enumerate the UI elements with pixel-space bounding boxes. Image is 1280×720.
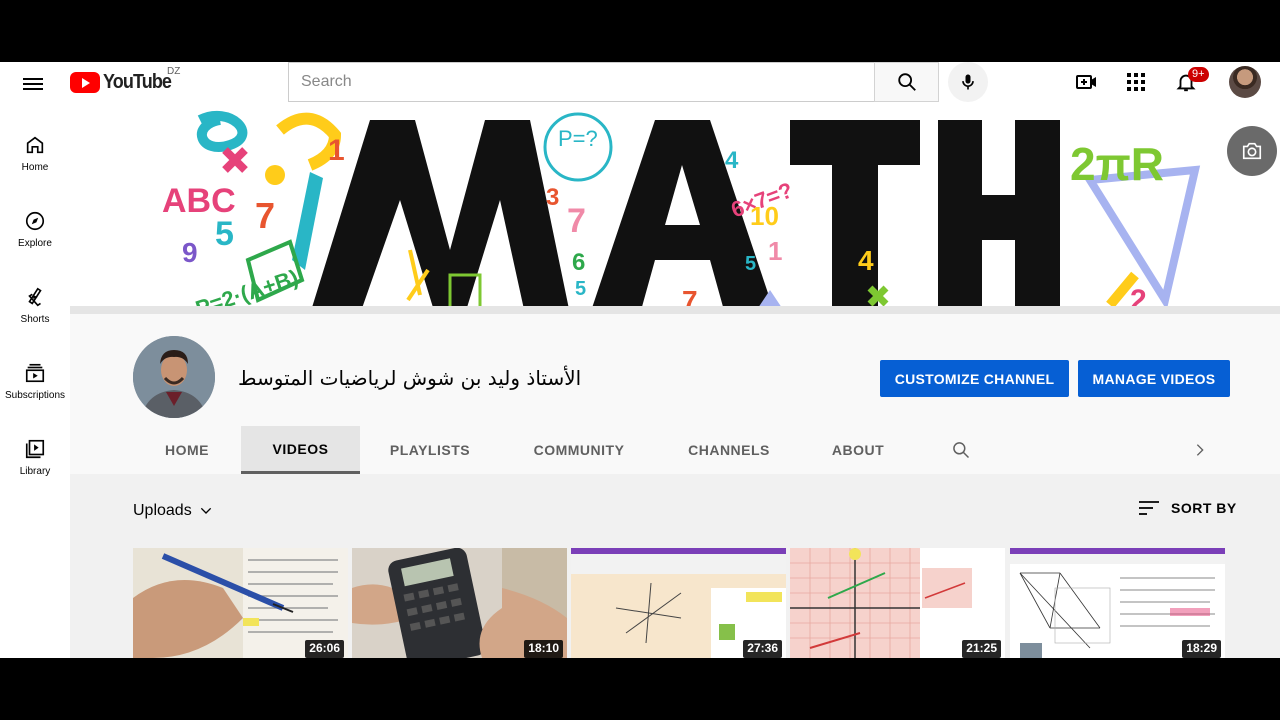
uploads-dropdown[interactable]: Uploads	[133, 502, 214, 520]
uploads-label: Uploads	[133, 502, 192, 519]
subscriptions-icon	[25, 363, 45, 383]
video-thumbnail[interactable]: 18:10	[352, 548, 567, 658]
video-camera-plus-icon	[1076, 75, 1096, 89]
apps-grid-icon	[1127, 73, 1145, 91]
tab-community[interactable]: COMMUNITY	[524, 426, 634, 474]
apps-button[interactable]	[1123, 69, 1149, 95]
sidebar-item-label: Explore	[18, 238, 52, 249]
svg-text:4: 4	[858, 245, 874, 276]
svg-text:P=?: P=?	[558, 126, 598, 151]
channel-banner: ABC 1 7 5 9 P=2·(A+B) P=? 3 7 6 5 7 4 6×…	[70, 110, 1280, 314]
video-thumbnail[interactable]: 21:25	[790, 548, 1005, 658]
sort-by-label: SORT BY	[1171, 500, 1237, 516]
voice-search-button[interactable]	[948, 62, 988, 102]
video-duration: 27:36	[743, 640, 782, 658]
menu-icon[interactable]	[22, 73, 44, 95]
video-thumbnail[interactable]: 18:29	[1010, 548, 1225, 658]
sidebar: Home Explore Shorts Subscriptions Librar…	[0, 110, 70, 658]
channel-header: الأستاذ وليد بن شوش لرياضيات المتوسط CUS…	[70, 314, 1280, 474]
sidebar-item-label: Shorts	[20, 314, 50, 325]
channel-avatar[interactable]	[133, 336, 215, 418]
top-bar: YouTube DZ 9+	[0, 62, 1280, 110]
video-thumbnail[interactable]: 27:36	[571, 548, 786, 658]
svg-text:1: 1	[768, 236, 782, 266]
search-icon	[897, 73, 916, 91]
svg-text:7: 7	[255, 195, 275, 236]
tabs-next-button[interactable]	[1188, 426, 1212, 474]
sidebar-item-explore[interactable]: Explore	[0, 196, 70, 270]
sidebar-item-label: Home	[21, 162, 49, 173]
svg-text:5: 5	[215, 215, 234, 253]
logo-text: YouTube	[103, 70, 172, 93]
channel-tabs: HOME VIDEOS PLAYLISTS COMMUNITY CHANNELS…	[70, 426, 1280, 474]
sort-by-button[interactable]: SORT BY	[1139, 500, 1237, 516]
sidebar-item-label: Subscriptions	[4, 390, 66, 401]
video-duration: 18:29	[1182, 640, 1221, 658]
search-input[interactable]	[288, 62, 875, 102]
svg-text:5: 5	[745, 253, 756, 275]
math-banner-art: ABC 1 7 5 9 P=2·(A+B) P=? 3 7 6 5 7 4 6×…	[162, 110, 1201, 314]
region-code: DZ	[167, 66, 181, 77]
tab-home[interactable]: HOME	[150, 426, 224, 474]
svg-text:1: 1	[328, 134, 345, 167]
search-button[interactable]	[874, 62, 939, 102]
sidebar-item-library[interactable]: Library	[0, 424, 70, 498]
chevron-down-icon	[200, 507, 211, 514]
create-video-button[interactable]	[1074, 69, 1100, 95]
video-duration: 26:06	[305, 640, 344, 658]
svg-text:6: 6	[572, 249, 585, 276]
sidebar-item-shorts[interactable]: Shorts	[0, 272, 70, 346]
camera-icon	[1242, 142, 1262, 160]
compass-icon	[25, 211, 45, 231]
svg-text:7: 7	[567, 202, 586, 240]
chevron-right-icon	[1196, 444, 1204, 456]
svg-text:2πR: 2πR	[1070, 138, 1164, 190]
sidebar-item-subscriptions[interactable]: Subscriptions	[0, 348, 70, 422]
sort-icon	[1139, 501, 1159, 515]
search-icon	[953, 442, 970, 459]
channel-name: الأستاذ وليد بن شوش لرياضيات المتوسط	[238, 366, 582, 390]
shorts-icon	[28, 287, 42, 307]
svg-text:9: 9	[182, 237, 198, 268]
sidebar-item-home[interactable]: Home	[0, 120, 70, 194]
video-thumbnail[interactable]: 26:06	[133, 548, 348, 658]
tab-playlists[interactable]: PLAYLISTS	[382, 426, 478, 474]
microphone-icon	[962, 74, 974, 90]
svg-text:3: 3	[546, 184, 559, 211]
tab-about[interactable]: ABOUT	[826, 426, 890, 474]
home-icon	[26, 136, 44, 154]
edit-banner-button[interactable]	[1227, 126, 1277, 176]
video-duration: 21:25	[962, 640, 1001, 658]
library-icon	[25, 439, 45, 459]
sidebar-item-label: Library	[19, 466, 51, 477]
svg-text:10: 10	[750, 201, 779, 231]
channel-search-button[interactable]	[946, 426, 976, 474]
svg-text:5: 5	[575, 278, 586, 300]
account-avatar[interactable]	[1229, 66, 1261, 98]
play-logo-icon	[70, 71, 100, 93]
youtube-logo[interactable]: YouTube	[70, 70, 179, 94]
banner-bottom-strip	[70, 306, 1280, 314]
videos-section: Uploads SORT BY 26:06 18:10 27:36 21:25 …	[70, 474, 1280, 658]
tab-channels[interactable]: CHANNELS	[678, 426, 780, 474]
customize-channel-button[interactable]: CUSTOMIZE CHANNEL	[880, 360, 1069, 397]
channel-avatar-image	[133, 336, 215, 418]
video-duration: 18:10	[524, 640, 563, 658]
youtube-page: YouTube DZ 9+ Home	[0, 62, 1280, 658]
manage-videos-button[interactable]: MANAGE VIDEOS	[1078, 360, 1230, 397]
svg-text:4: 4	[725, 147, 739, 174]
tab-videos[interactable]: VIDEOS	[241, 426, 360, 474]
notification-badge: 9+	[1188, 67, 1209, 82]
